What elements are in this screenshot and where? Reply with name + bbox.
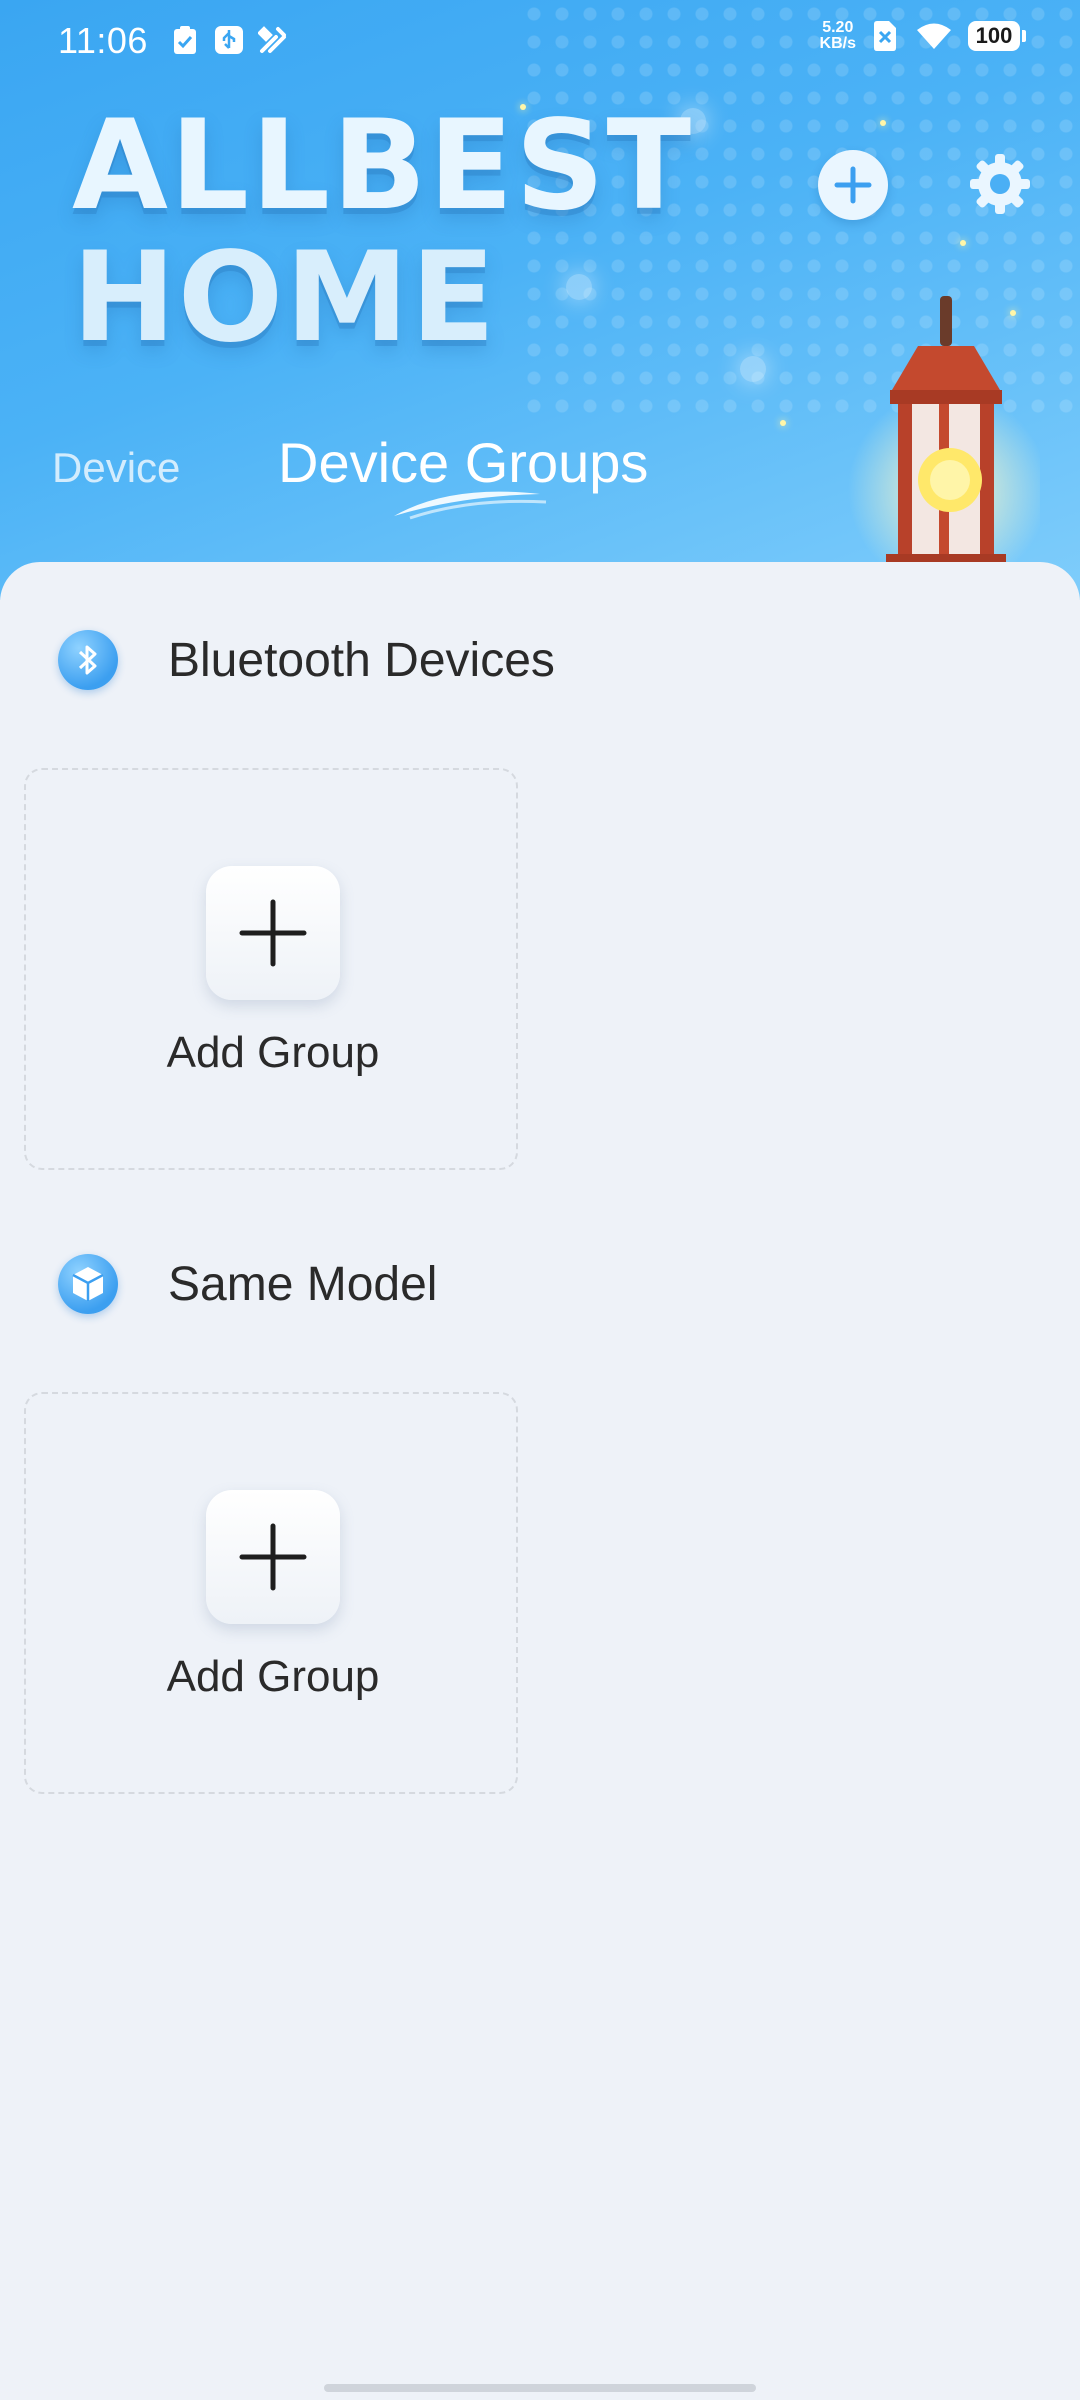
add-group-label: Add Group (166, 1028, 380, 1077)
tools-icon (258, 24, 288, 56)
battery-icon: 100 (968, 21, 1026, 51)
content-area: Bluetooth Devices Add Group Same Model A… (0, 562, 1080, 2400)
sim-x-icon (870, 20, 900, 52)
sparkle (740, 356, 766, 382)
status-time: 11:06 (58, 20, 148, 61)
plus-circle-icon (834, 166, 872, 204)
section-same-model: Same Model (58, 1254, 437, 1314)
add-group-button[interactable] (206, 1490, 340, 1624)
section-title: Same Model (168, 1257, 438, 1311)
active-tab-indicator (394, 491, 547, 520)
usb-debug-icon (214, 24, 244, 56)
add-device-button[interactable] (818, 150, 888, 220)
cube-icon (58, 1254, 118, 1314)
brand-line-2: HOME (72, 226, 498, 370)
header: 11:06 5.20 KB/s 100 ALLBEST HOME Device … (0, 0, 1080, 600)
section-title: Bluetooth Devices (168, 633, 555, 687)
net-speed-value: 5.20 (822, 19, 854, 36)
status-bar: 11:06 5.20 KB/s 100 (0, 0, 1080, 84)
home-indicator[interactable] (324, 2384, 756, 2392)
bluetooth-icon (58, 630, 118, 690)
wifi-icon (914, 20, 954, 52)
clipboard-check-icon (170, 24, 200, 56)
gear-icon (970, 154, 1030, 214)
add-group-label: Add Group (166, 1652, 380, 1701)
app-logo-text: ALLBEST HOME (72, 100, 712, 364)
section-bluetooth-devices: Bluetooth Devices (58, 630, 555, 690)
add-group-button[interactable] (206, 866, 340, 1000)
sparkle (880, 120, 886, 126)
brand-line-1: ALLBEST (72, 94, 694, 238)
add-group-card-same-model[interactable]: Add Group (24, 1392, 518, 1794)
add-group-card-bluetooth[interactable]: Add Group (24, 768, 518, 1170)
tab-device[interactable]: Device (52, 444, 180, 492)
plus-icon (239, 899, 307, 967)
lantern-illustration (848, 296, 1040, 590)
plus-icon (239, 1523, 307, 1591)
net-speed-unit: KB/s (819, 35, 856, 52)
net-speed: 5.20 KB/s (820, 20, 856, 52)
settings-button[interactable] (964, 148, 1036, 220)
sparkle (960, 240, 966, 246)
